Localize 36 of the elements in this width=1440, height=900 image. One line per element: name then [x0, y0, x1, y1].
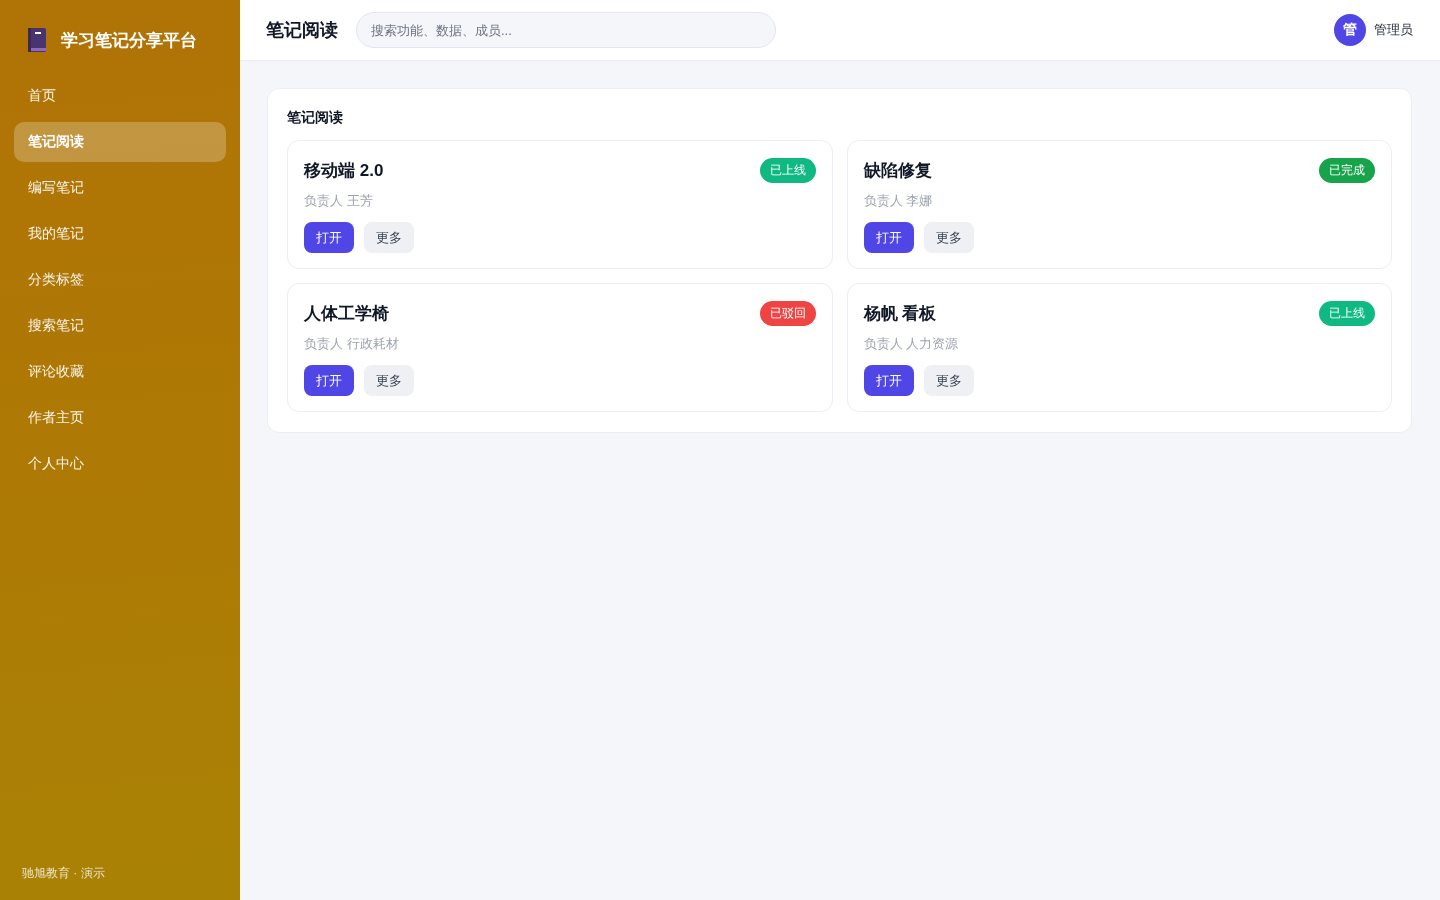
card-title: 人体工学椅: [304, 302, 389, 325]
nav-item[interactable]: 搜索笔记: [14, 306, 226, 346]
search-field[interactable]: 搜索功能、数据、成员...: [356, 12, 776, 48]
nav-item[interactable]: 分类标签: [14, 260, 226, 300]
open-button[interactable]: 打开: [304, 365, 354, 396]
card-title: 杨帆 看板: [863, 302, 937, 325]
status-badge: 已上线: [759, 157, 816, 183]
status-badge: 已上线: [1319, 300, 1375, 326]
card-title: 缺陷修复: [863, 159, 932, 182]
owner-text: 负责人 行政耗材: [304, 335, 400, 353]
section-title: 笔记阅读: [287, 108, 343, 127]
nav-item[interactable]: 我的笔记: [14, 214, 226, 254]
nav-item[interactable]: 个人中心: [14, 444, 226, 484]
nav-item[interactable]: 作者主页: [14, 398, 226, 438]
owner-text: 负责人 王芳: [304, 192, 374, 210]
user-name: 管理员: [1374, 21, 1413, 39]
nav-item[interactable]: 首页: [14, 76, 226, 116]
page-title: 笔记阅读: [266, 19, 338, 42]
more-button[interactable]: 更多: [923, 365, 974, 396]
owner-text: 负责人 人力资源: [863, 335, 960, 353]
nav-item[interactable]: 编写笔记: [14, 168, 226, 208]
brand-title: 学习笔记分享平台: [61, 29, 197, 52]
more-button[interactable]: 更多: [923, 222, 974, 253]
user-avatar[interactable]: 管: [1334, 14, 1366, 46]
status-badge: 已驳回: [759, 300, 816, 326]
open-button[interactable]: 打开: [863, 365, 914, 396]
footer-text: 驰旭教育 · 演示: [21, 865, 106, 882]
more-button[interactable]: 更多: [364, 365, 414, 396]
card-title: 移动端 2.0: [304, 159, 384, 182]
open-button[interactable]: 打开: [863, 222, 914, 253]
open-button[interactable]: 打开: [304, 222, 354, 253]
status-badge: 已完成: [1319, 157, 1375, 183]
book-icon: [27, 28, 47, 52]
owner-text: 负责人 李娜: [863, 192, 934, 210]
nav-item[interactable]: 评论收藏: [14, 352, 226, 392]
more-button[interactable]: 更多: [364, 222, 414, 253]
